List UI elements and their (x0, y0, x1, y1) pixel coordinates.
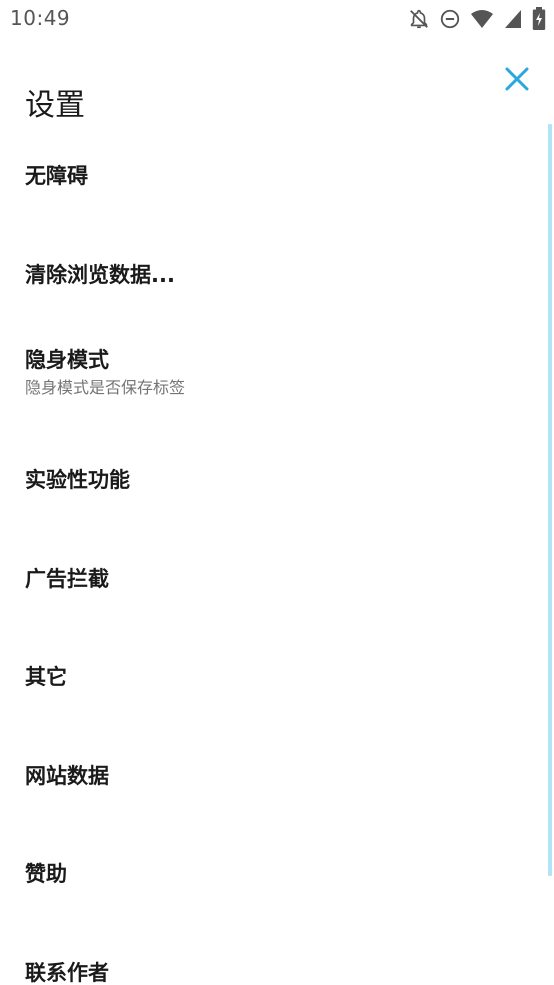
status-bar: 10:49 (0, 0, 554, 38)
settings-item-label: 其它 (25, 665, 67, 689)
settings-item-site-data[interactable]: 网站数据 (0, 728, 554, 827)
wifi-icon (470, 8, 494, 30)
settings-item-label: 赞助 (25, 862, 67, 886)
settings-item-experimental[interactable]: 实验性功能 (0, 432, 554, 531)
settings-screen: 10:49 设置 无障碍 清除浏览数据... 隐身模式 隐身模式是否保存标签 实… (0, 0, 554, 985)
status-time: 10:49 (10, 6, 71, 30)
close-icon (505, 67, 529, 91)
settings-item-accessibility[interactable]: 无障碍 (0, 124, 554, 223)
settings-item-label: 实验性功能 (25, 468, 130, 492)
settings-item-label: 广告拦截 (25, 566, 109, 591)
do-not-disturb-icon (439, 8, 461, 30)
status-icons (408, 6, 546, 32)
battery-charging-icon (532, 7, 546, 31)
page-title: 设置 (25, 88, 85, 124)
settings-item-incognito[interactable]: 隐身模式 隐身模式是否保存标签 (0, 321, 554, 432)
settings-list: 无障碍 清除浏览数据... 隐身模式 隐身模式是否保存标签 实验性功能 广告拦截… (0, 124, 554, 985)
settings-item-label: 无障碍 (25, 164, 88, 188)
settings-item-label: 联系作者 (25, 960, 109, 985)
signal-icon (503, 8, 523, 30)
settings-item-sponsor[interactable]: 赞助 (0, 826, 554, 925)
scrollbar[interactable] (548, 124, 552, 876)
settings-item-label: 隐身模式 (25, 348, 109, 372)
settings-item-other[interactable]: 其它 (0, 629, 554, 728)
settings-item-ad-block[interactable]: 广告拦截 (0, 531, 554, 630)
settings-item-clear-browsing-data[interactable]: 清除浏览数据... (0, 223, 554, 322)
settings-item-label: 清除浏览数据... (25, 262, 175, 287)
notifications-off-icon (408, 8, 430, 30)
close-button[interactable] (500, 62, 534, 96)
app-bar: 设置 (0, 48, 554, 123)
settings-item-label: 网站数据 (25, 763, 109, 788)
settings-item-contact-author[interactable]: 联系作者 (0, 925, 554, 985)
settings-item-subtitle: 隐身模式是否保存标签 (25, 378, 186, 397)
